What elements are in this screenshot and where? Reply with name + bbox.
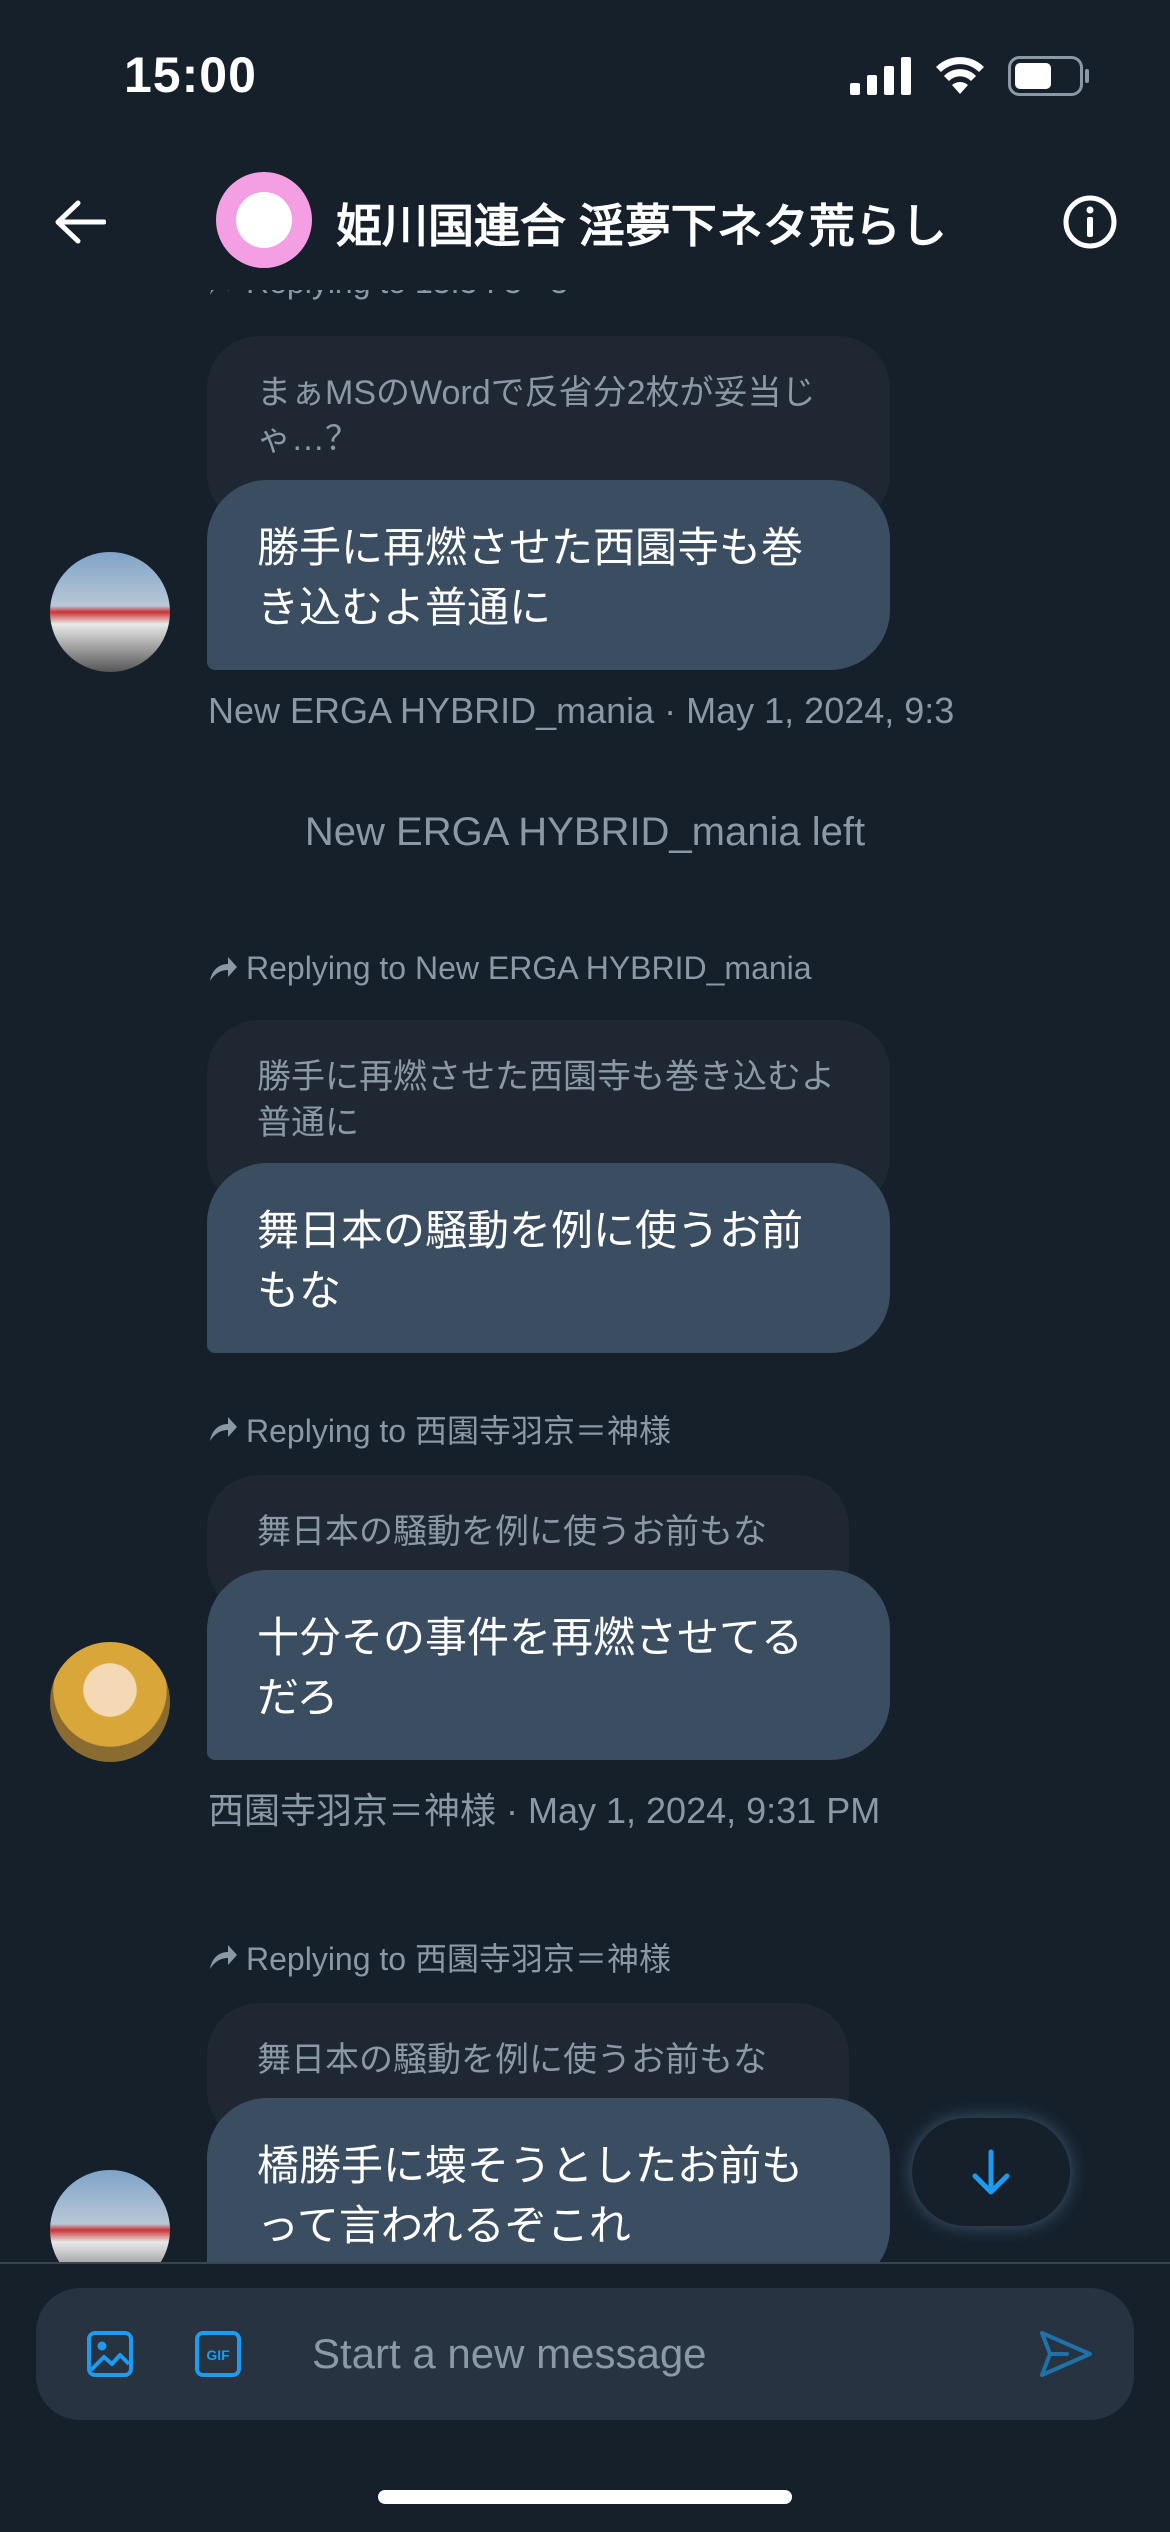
status-icons [850,56,1090,96]
conversation-title[interactable]: 姫川国連合 淫夢下ネタ荒らし [336,190,947,256]
arrow-down-icon [972,2149,1010,2195]
image-icon [87,2331,133,2377]
sender-avatar[interactable] [50,1642,170,1762]
battery-icon [1008,56,1089,96]
composer: GIF [36,2288,1134,2420]
reply-context-label: Replying to 13.3 . 3 - 3 [246,290,568,301]
reply-context-label: Replying to 西園寺羽京＝神様 [246,1941,671,1977]
conversation-info-button[interactable] [1058,190,1122,254]
reply-context: Replying to 西園寺羽京＝神様 [208,1406,671,1452]
home-indicator [378,2490,792,2504]
message-bubble[interactable]: 勝手に再燃させた西園寺も巻き込むよ普通に [207,480,890,670]
message-bubble[interactable]: 十分その事件を再燃させてるだろ [207,1570,890,1760]
quoted-message-text: 勝手に再燃させた西園寺も巻き込むよ普通に [257,1058,835,1142]
add-gif-button[interactable]: GIF [186,2322,250,2386]
arrow-left-icon [55,200,106,244]
add-photo-button[interactable] [78,2322,142,2386]
group-avatar-inner [236,192,292,248]
info-icon [1063,195,1117,249]
gif-icon: GIF [195,2331,241,2377]
system-note-left: New ERGA HYBRID_mania left [304,810,866,854]
quoted-message-text: まぁMSのWordで反省分2枚が妥当じゃ…？ [257,374,816,458]
status-bar: 15:00 [0,0,1170,150]
message-text: 勝手に再燃させた西園寺も巻き込むよ普通に [257,524,804,631]
quoted-message-text: 舞日本の騒動を例に使うお前もな [257,1513,767,1551]
message-text: 舞日本の騒動を例に使うお前もな [257,1207,804,1314]
message-text: 橋勝手に壊そうとしたお前もって言われるぞこれ [257,2142,804,2249]
status-time: 15:00 [124,47,257,103]
reply-context: Replying to New ERGA HYBRID_mania [208,950,812,987]
reply-context: Replying to 13.3 . 3 - 3 [208,290,568,301]
message-meta: New ERGA HYBRID_mania · May 1, 2024, 9:3 [208,690,955,731]
send-button[interactable] [1034,2322,1098,2386]
reply-arrow-icon [210,956,237,981]
message-list[interactable]: Replying to 13.3 . 3 - 3 まぁMSのWordで反省分2枚… [0,290,1170,2262]
back-button[interactable] [48,190,112,254]
message-bubble[interactable]: 橋勝手に壊そうとしたお前もって言われるぞこれ [207,2098,890,2262]
reply-arrow-icon [210,1417,237,1441]
group-avatar[interactable] [216,172,312,268]
reply-arrow-icon [210,290,229,295]
svg-text:GIF: GIF [206,2347,230,2363]
dm-conversation-screen: 15:00 姫川国連合 淫夢下ネタ荒らし まぁMSのWordで反省分2枚が妥当じ… [0,0,1170,2532]
sender-avatar[interactable] [50,2170,170,2262]
reply-context-label: Replying to New ERGA HYBRID_mania [246,950,812,986]
reply-arrow-icon [210,1945,237,1969]
message-text: 十分その事件を再燃させてるだろ [257,1614,804,1721]
send-icon [1040,2331,1092,2377]
conversation-header: 姫川国連合 淫夢下ネタ荒らし [0,150,1170,290]
cellular-signal-icon [850,57,911,95]
scroll-to-bottom-button[interactable] [912,2118,1070,2226]
message-bubble[interactable]: 舞日本の騒動を例に使うお前もな [207,1163,890,1353]
wifi-icon [936,57,984,94]
message-input[interactable] [312,2318,1032,2390]
reply-context-label: Replying to 西園寺羽京＝神様 [246,1413,671,1449]
message-meta: 西園寺羽京＝神様 · May 1, 2024, 9:31 PM [208,1790,881,1831]
sender-avatar[interactable] [50,552,170,672]
composer-bar: GIF [0,2262,1170,2532]
quoted-message-text: 舞日本の騒動を例に使うお前もな [257,2041,767,2079]
reply-context: Replying to 西園寺羽京＝神様 [208,1934,671,1980]
